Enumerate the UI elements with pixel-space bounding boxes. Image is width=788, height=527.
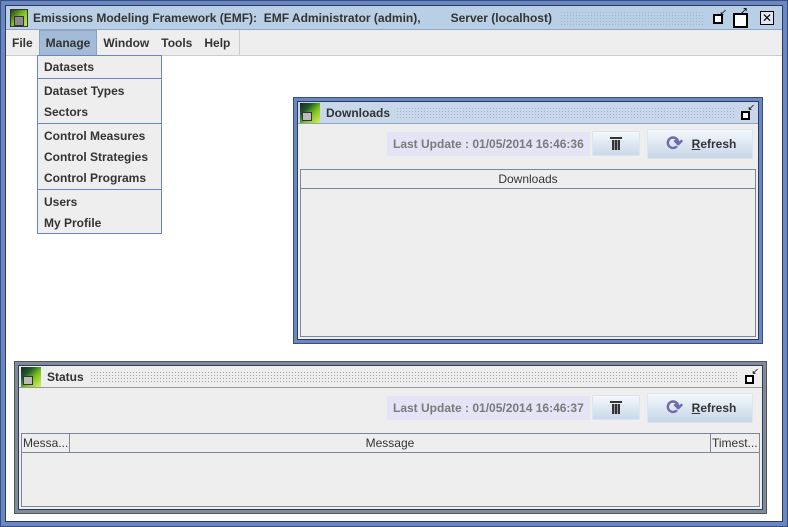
refresh-icon: ⟳ — [666, 397, 684, 419]
downloads-title-grip — [396, 106, 734, 119]
status-clear-button[interactable] — [592, 395, 640, 420]
status-toolbar: Last Update : 01/05/2014 16:46:37 ⟳ Refr… — [19, 388, 762, 432]
menu-item-control-programs[interactable]: Control Programs — [38, 167, 161, 188]
status-window: Status Last Update : 01/05/2014 16:46:37… — [14, 361, 767, 514]
downloads-table-header: Downloads — [301, 170, 755, 189]
menu-separator — [38, 78, 161, 79]
downloads-title: Downloads — [326, 105, 391, 120]
manage-dropdown-menu: Datasets Dataset Types Sectors Control M… — [37, 55, 162, 234]
status-minimize-icon[interactable] — [744, 366, 759, 384]
downloads-window-content: Downloads Last Update : 01/05/2014 16:46… — [297, 101, 759, 340]
menu-item-datasets[interactable]: Datasets — [38, 56, 161, 77]
column-header-message-type[interactable]: Messa... — [22, 434, 70, 452]
menu-separator — [38, 189, 161, 190]
window-title: Emissions Modeling Framework (EMF): EMF … — [33, 10, 421, 25]
status-title-grip — [89, 370, 738, 383]
menu-tools[interactable]: Tools — [155, 30, 198, 56]
maximize-icon[interactable] — [732, 7, 748, 28]
trash-icon — [610, 137, 622, 150]
minimize-icon[interactable] — [712, 8, 727, 25]
menu-item-sectors[interactable]: Sectors — [38, 101, 161, 122]
server-label: Server (localhost) — [450, 10, 552, 25]
app-logo-icon — [10, 8, 28, 27]
column-header-timestamp[interactable]: Timest... — [711, 434, 759, 452]
downloads-window: Downloads Last Update : 01/05/2014 16:46… — [293, 97, 763, 344]
status-title: Status — [47, 369, 84, 384]
downloads-title-bar[interactable]: Downloads — [298, 102, 758, 124]
menu-item-my-profile[interactable]: My Profile — [38, 212, 161, 233]
menu-window[interactable]: Window — [97, 30, 155, 56]
menu-help[interactable]: Help — [198, 30, 236, 56]
downloads-refresh-button[interactable]: ⟳ Refresh — [647, 129, 753, 159]
downloads-clear-button[interactable] — [592, 131, 640, 156]
main-window: Emissions Modeling Framework (EMF): EMF … — [0, 0, 788, 527]
menu-bar-end — [236, 30, 241, 55]
menu-file[interactable]: File — [6, 30, 39, 56]
status-table[interactable]: Messa... Message Timest... — [21, 433, 760, 507]
menu-bar: File Manage Window Tools Help — [6, 30, 782, 56]
close-icon[interactable]: ✕ — [760, 10, 774, 25]
main-window-content: Emissions Modeling Framework (EMF): EMF … — [5, 5, 783, 522]
status-refresh-button[interactable]: ⟳ Refresh — [647, 393, 753, 423]
downloads-minimize-icon[interactable] — [740, 102, 755, 120]
trash-icon — [610, 401, 622, 414]
title-grip — [559, 10, 704, 25]
menu-item-control-measures[interactable]: Control Measures — [38, 125, 161, 146]
column-header-message[interactable]: Message — [70, 434, 711, 452]
menu-separator — [38, 123, 161, 124]
downloads-app-icon — [300, 102, 320, 123]
downloads-table[interactable]: Downloads — [300, 169, 756, 337]
menu-item-control-strategies[interactable]: Control Strategies — [38, 146, 161, 167]
status-title-bar[interactable]: Status — [19, 366, 762, 388]
status-last-update: Last Update : 01/05/2014 16:46:37 — [387, 396, 590, 420]
window-title-bar[interactable]: Emissions Modeling Framework (EMF): EMF … — [6, 6, 782, 30]
status-app-icon — [21, 366, 41, 387]
menu-item-users[interactable]: Users — [38, 191, 161, 212]
refresh-icon: ⟳ — [666, 133, 684, 155]
status-window-content: Status Last Update : 01/05/2014 16:46:37… — [18, 365, 763, 510]
menu-item-dataset-types[interactable]: Dataset Types — [38, 80, 161, 101]
status-table-header: Messa... Message Timest... — [22, 434, 759, 453]
menu-manage[interactable]: Manage — [38, 30, 98, 56]
downloads-refresh-label: Refresh — [691, 137, 737, 151]
column-header-downloads[interactable]: Downloads — [301, 170, 755, 188]
status-refresh-label: Refresh — [691, 401, 737, 415]
downloads-last-update: Last Update : 01/05/2014 16:46:36 — [387, 132, 590, 156]
downloads-toolbar: Last Update : 01/05/2014 16:46:36 ⟳ Refr… — [298, 124, 758, 168]
